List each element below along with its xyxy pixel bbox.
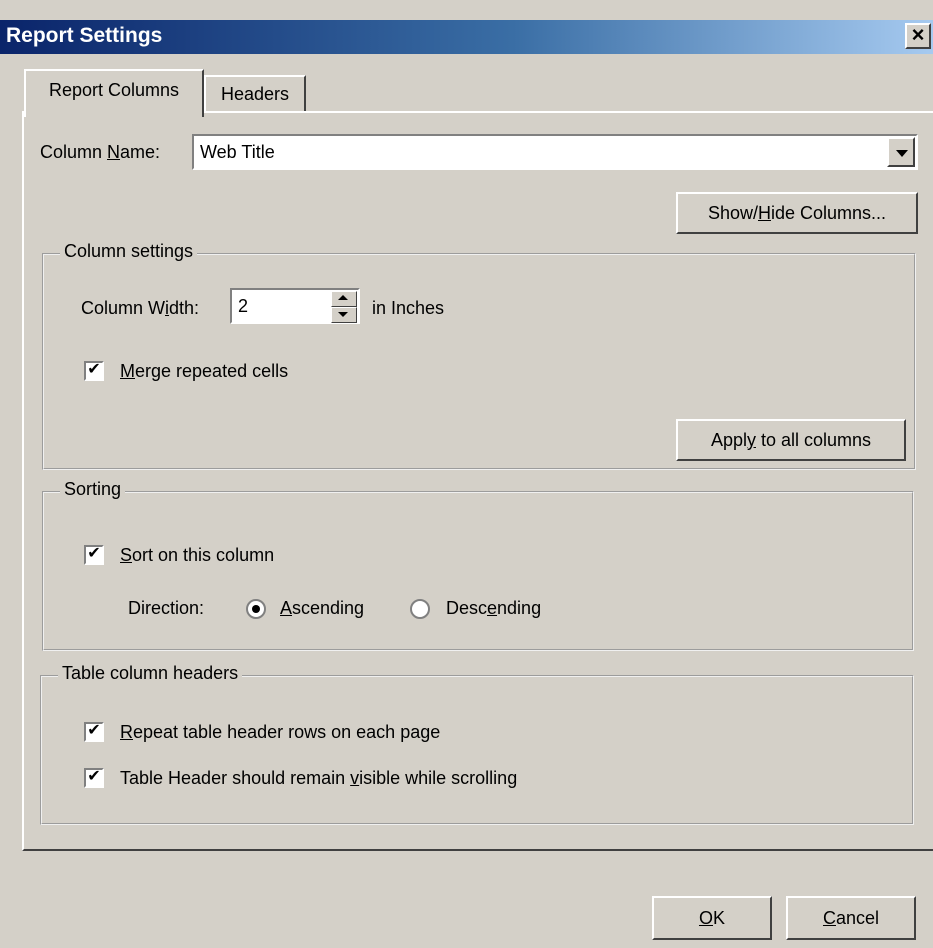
spin-down-button[interactable] [331, 307, 357, 323]
cancel-button[interactable]: Cancel [786, 896, 916, 940]
ascending-radio[interactable] [246, 599, 266, 619]
column-width-unit: in Inches [372, 298, 445, 318]
show-hide-columns-button[interactable]: Show/Hide Columns... [676, 192, 918, 234]
tab-headers[interactable]: Headers [204, 75, 306, 111]
merge-repeated-cells-checkbox[interactable]: ✔ [84, 361, 104, 381]
table-column-headers-legend: Table column headers [58, 663, 243, 684]
sort-on-this-column-checkbox[interactable]: ✔ [84, 545, 104, 565]
arrow-down-icon [338, 312, 348, 317]
column-width-value: 2 [238, 296, 249, 316]
arrow-up-icon [338, 295, 348, 300]
column-name-value: Web Title [200, 142, 275, 162]
close-button[interactable]: × [905, 23, 931, 49]
column-width-label: Column Width: [81, 298, 200, 318]
direction-label: Direction: [128, 598, 205, 618]
tab-headers-label: Headers [220, 84, 290, 104]
report-settings-dialog: Report Settings × Report Columns Headers… [0, 0, 933, 948]
column-settings-legend: Column settings [60, 241, 198, 262]
sorting-legend: Sorting [60, 479, 126, 500]
sort-on-this-column-label: Sort on this column [120, 545, 275, 565]
descending-radio[interactable] [410, 599, 430, 619]
header-visible-scrolling-checkbox[interactable]: ✔ [84, 768, 104, 788]
column-width-spinner[interactable]: 2 [230, 288, 360, 324]
title-bar[interactable]: Report Settings × [0, 20, 933, 54]
window-title: Report Settings [6, 24, 163, 47]
repeat-header-rows-label: Repeat table header rows on each page [120, 722, 441, 742]
descending-label: Descending [446, 598, 542, 618]
table-column-headers-group: Table column headers [40, 663, 914, 825]
chevron-down-icon [896, 150, 908, 157]
spin-up-button[interactable] [331, 291, 357, 307]
sorting-group: Sorting [42, 479, 914, 651]
merge-repeated-cells-label: Merge repeated cells [120, 361, 289, 381]
close-icon: × [911, 22, 925, 47]
column-name-dropdown[interactable]: Web Title [192, 134, 918, 170]
tab-report-columns[interactable]: Report Columns [24, 69, 204, 117]
dropdown-button[interactable] [887, 137, 915, 167]
ascending-label: Ascending [280, 598, 365, 618]
apply-to-all-columns-button[interactable]: Apply to all columns [676, 419, 906, 461]
radio-selected-dot [252, 605, 260, 613]
column-name-label: Column Name: [40, 142, 161, 162]
tab-report-columns-label: Report Columns [48, 80, 180, 100]
repeat-header-rows-checkbox[interactable]: ✔ [84, 722, 104, 742]
header-visible-scrolling-label: Table Header should remain visible while… [120, 768, 518, 788]
ok-button[interactable]: OK [652, 896, 772, 940]
